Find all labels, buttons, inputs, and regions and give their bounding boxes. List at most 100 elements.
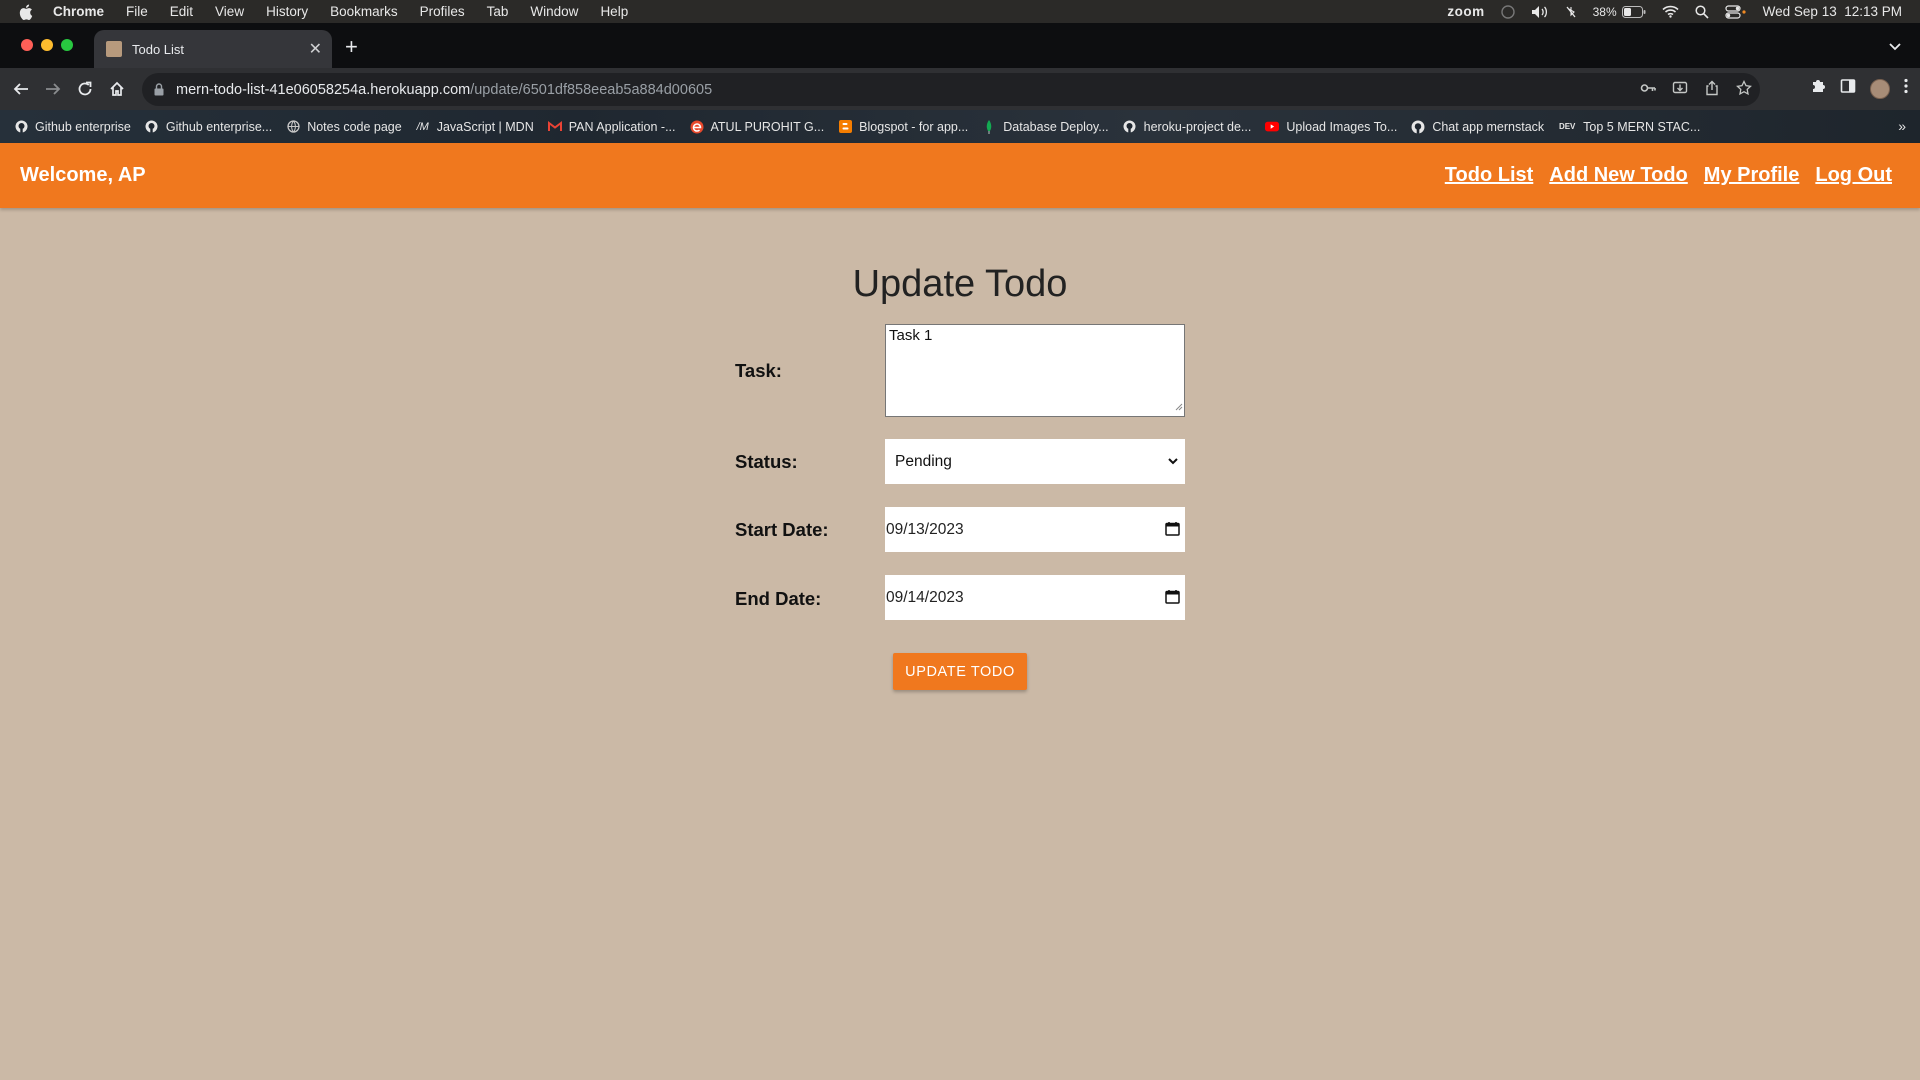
apple-icon[interactable] bbox=[19, 4, 37, 20]
window-close-button[interactable] bbox=[21, 39, 33, 51]
bookmark-star-icon[interactable] bbox=[1736, 79, 1752, 101]
back-arrow-icon[interactable] bbox=[10, 78, 32, 100]
bookmark-item[interactable]: PAN Application -... bbox=[547, 120, 676, 134]
bookmark-item[interactable]: Notes code page bbox=[286, 120, 402, 134]
menu-bookmarks[interactable]: Bookmarks bbox=[330, 4, 398, 19]
end-date-input[interactable]: 09/14/2023 bbox=[885, 575, 1185, 620]
bookmark-label: Notes code page bbox=[307, 119, 402, 134]
key-icon[interactable] bbox=[1640, 80, 1656, 101]
menu-chrome[interactable]: Chrome bbox=[53, 4, 104, 19]
reload-icon[interactable] bbox=[74, 78, 96, 100]
bookmark-item[interactable]: Github enterprise bbox=[14, 120, 131, 134]
bookmark-label: Top 5 MERN STAC... bbox=[1583, 119, 1701, 134]
github-icon bbox=[1411, 120, 1425, 134]
resize-grip-icon[interactable] bbox=[1175, 398, 1183, 415]
bookmark-item[interactable]: Upload Images To... bbox=[1265, 120, 1397, 134]
control-center-icon[interactable] bbox=[1725, 4, 1747, 19]
volume-icon[interactable] bbox=[1531, 5, 1549, 19]
extensions-puzzle-icon[interactable] bbox=[1810, 78, 1826, 99]
bookmark-item[interactable]: /M JavaScript | MDN bbox=[416, 120, 534, 134]
home-icon[interactable] bbox=[106, 78, 128, 100]
bookmark-item[interactable]: Chat app mernstack bbox=[1411, 120, 1544, 134]
bookmark-label: Database Deploy... bbox=[1003, 119, 1109, 134]
clock[interactable]: Wed Sep 13 12:13 PM bbox=[1763, 4, 1902, 19]
menu-help[interactable]: Help bbox=[600, 4, 628, 19]
bookmark-label: Upload Images To... bbox=[1286, 119, 1398, 134]
bookmark-item[interactable]: Blogspot - for app... bbox=[838, 120, 968, 134]
globe-icon bbox=[286, 120, 300, 134]
tab-favicon-icon bbox=[106, 41, 122, 57]
bookmark-label: Chat app mernstack bbox=[1432, 119, 1545, 134]
nav-link-add-new-todo[interactable]: Add New Todo bbox=[1549, 164, 1688, 187]
task-value: Task 1 bbox=[889, 327, 933, 344]
status-value: Pending bbox=[895, 452, 952, 470]
battery-status[interactable]: 38% bbox=[1593, 5, 1646, 19]
forward-arrow-icon[interactable] bbox=[42, 78, 64, 100]
menu-file[interactable]: File bbox=[126, 4, 148, 19]
address-bar[interactable]: mern-todo-list-41e06058254a.herokuapp.co… bbox=[142, 73, 1760, 106]
bookmark-item[interactable]: ATUL PUROHIT G... bbox=[690, 120, 824, 134]
dev-icon: DEV bbox=[1558, 122, 1576, 131]
menu-view[interactable]: View bbox=[215, 4, 244, 19]
url-host: mern-todo-list-41e06058254a.herokuapp.co… bbox=[176, 81, 471, 98]
chevron-down-icon bbox=[1167, 454, 1179, 472]
share-icon[interactable] bbox=[1704, 80, 1720, 101]
nav-links: Todo List Add New Todo My Profile Log Ou… bbox=[1445, 164, 1892, 187]
tab-close-icon[interactable]: ✕ bbox=[309, 39, 322, 59]
github-icon bbox=[1123, 120, 1137, 134]
bookmark-item[interactable]: heroku-project de... bbox=[1123, 120, 1251, 134]
menu-tab[interactable]: Tab bbox=[487, 4, 509, 19]
nav-link-todo-list[interactable]: Todo List bbox=[1445, 164, 1534, 187]
tab-search-chevron-icon[interactable] bbox=[1888, 39, 1902, 57]
window-minimize-button[interactable] bbox=[41, 39, 53, 51]
status-label: Status: bbox=[735, 451, 798, 472]
start-date-value: 09/13/2023 bbox=[886, 520, 964, 538]
github-icon bbox=[145, 120, 159, 134]
start-date-input[interactable]: 09/13/2023 bbox=[885, 507, 1185, 552]
window-zoom-button[interactable] bbox=[61, 39, 73, 51]
bluetooth-off-icon[interactable] bbox=[1565, 5, 1577, 19]
page-title: Update Todo bbox=[852, 263, 1068, 305]
menu-edit[interactable]: Edit bbox=[170, 4, 193, 19]
tab-title: Todo List bbox=[132, 41, 185, 57]
menu-profiles[interactable]: Profiles bbox=[420, 4, 465, 19]
mic-icon[interactable] bbox=[1500, 4, 1515, 19]
url-path: /update/6501df858eeab5a884d00605 bbox=[470, 81, 713, 98]
bookmark-label: Blogspot - for app... bbox=[859, 119, 969, 134]
update-todo-button[interactable]: UPDATE TODO bbox=[893, 653, 1027, 690]
mongodb-leaf-icon bbox=[982, 119, 996, 134]
youtube-icon bbox=[1265, 120, 1280, 134]
wifi-icon[interactable] bbox=[1662, 5, 1679, 18]
bookmark-item[interactable]: Github enterprise... bbox=[145, 120, 272, 134]
calendar-icon[interactable] bbox=[1165, 521, 1180, 541]
install-app-icon[interactable] bbox=[1672, 80, 1688, 101]
profile-avatar[interactable] bbox=[1870, 78, 1890, 99]
spotlight-search-icon[interactable] bbox=[1695, 4, 1709, 19]
calendar-icon[interactable] bbox=[1165, 589, 1180, 609]
side-panel-icon[interactable] bbox=[1840, 78, 1856, 99]
bookmark-label: Github enterprise bbox=[35, 119, 131, 134]
battery-percent: 38% bbox=[1592, 4, 1617, 19]
menu-history[interactable]: History bbox=[266, 4, 308, 19]
mdn-icon: /M bbox=[416, 120, 429, 133]
web-page: Welcome, AP Todo List Add New Todo My Pr… bbox=[0, 143, 1920, 1080]
task-label: Task: bbox=[735, 360, 782, 381]
task-textarea[interactable]: Task 1 bbox=[885, 324, 1185, 417]
nav-link-my-profile[interactable]: My Profile bbox=[1704, 164, 1800, 187]
end-date-label: End Date: bbox=[735, 588, 822, 609]
app-navbar: Welcome, AP Todo List Add New Todo My Pr… bbox=[0, 143, 1920, 208]
zoom-status[interactable]: zoom bbox=[1447, 4, 1484, 19]
chrome-menu-icon[interactable] bbox=[1904, 78, 1908, 99]
bookmarks-overflow-chevron-icon[interactable]: » bbox=[1898, 118, 1906, 134]
status-select[interactable]: Pending bbox=[885, 439, 1185, 484]
browser-tab-active[interactable]: Todo List ✕ bbox=[94, 30, 332, 68]
nav-link-log-out[interactable]: Log Out bbox=[1815, 164, 1892, 187]
menu-window[interactable]: Window bbox=[530, 4, 578, 19]
lock-icon[interactable] bbox=[154, 83, 164, 96]
bookmark-label: Github enterprise... bbox=[165, 119, 273, 134]
bookmarks-bar: Github enterprise Github enterprise... N… bbox=[0, 110, 1920, 143]
end-date-value: 09/14/2023 bbox=[886, 588, 964, 606]
bookmark-item[interactable]: DEV Top 5 MERN STAC... bbox=[1558, 120, 1700, 134]
bookmark-item[interactable]: Database Deploy... bbox=[982, 119, 1109, 134]
new-tab-icon[interactable]: + bbox=[345, 36, 358, 58]
